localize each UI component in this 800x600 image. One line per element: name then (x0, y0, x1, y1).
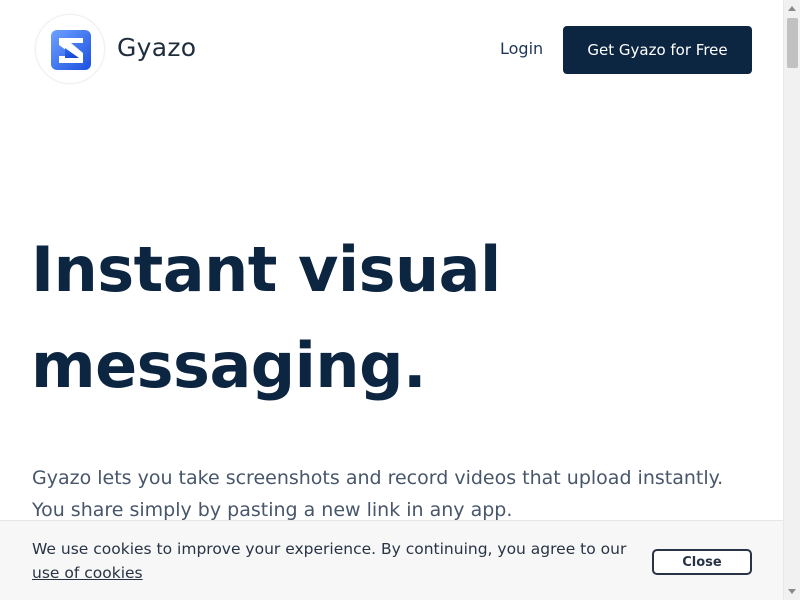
scroll-up-arrow-icon[interactable] (784, 0, 800, 17)
cookie-banner: We use cookies to improve your experienc… (0, 520, 783, 600)
brand-name[interactable]: Gyazo (117, 33, 196, 62)
cookies-policy-link[interactable]: use of cookies (32, 564, 143, 582)
gyazo-logo[interactable] (35, 14, 105, 84)
cookie-message: We use cookies to improve your experienc… (32, 537, 632, 585)
vertical-scrollbar[interactable] (783, 0, 800, 600)
hero-subtitle: Gyazo lets you take screenshots and reco… (32, 467, 724, 521)
cookie-text: We use cookies to improve your experienc… (32, 540, 627, 558)
gyazo-logo-icon (51, 30, 91, 70)
scroll-down-arrow-icon[interactable] (784, 583, 800, 600)
scroll-thumb[interactable] (787, 18, 798, 68)
site-header: Gyazo Login Get Gyazo for Free (0, 0, 783, 100)
get-gyazo-free-button[interactable]: Get Gyazo for Free (563, 26, 752, 74)
hero-title: Instant visual messaging. (31, 233, 501, 402)
cookie-close-button[interactable]: Close (652, 549, 752, 575)
login-link[interactable]: Login (500, 39, 543, 58)
